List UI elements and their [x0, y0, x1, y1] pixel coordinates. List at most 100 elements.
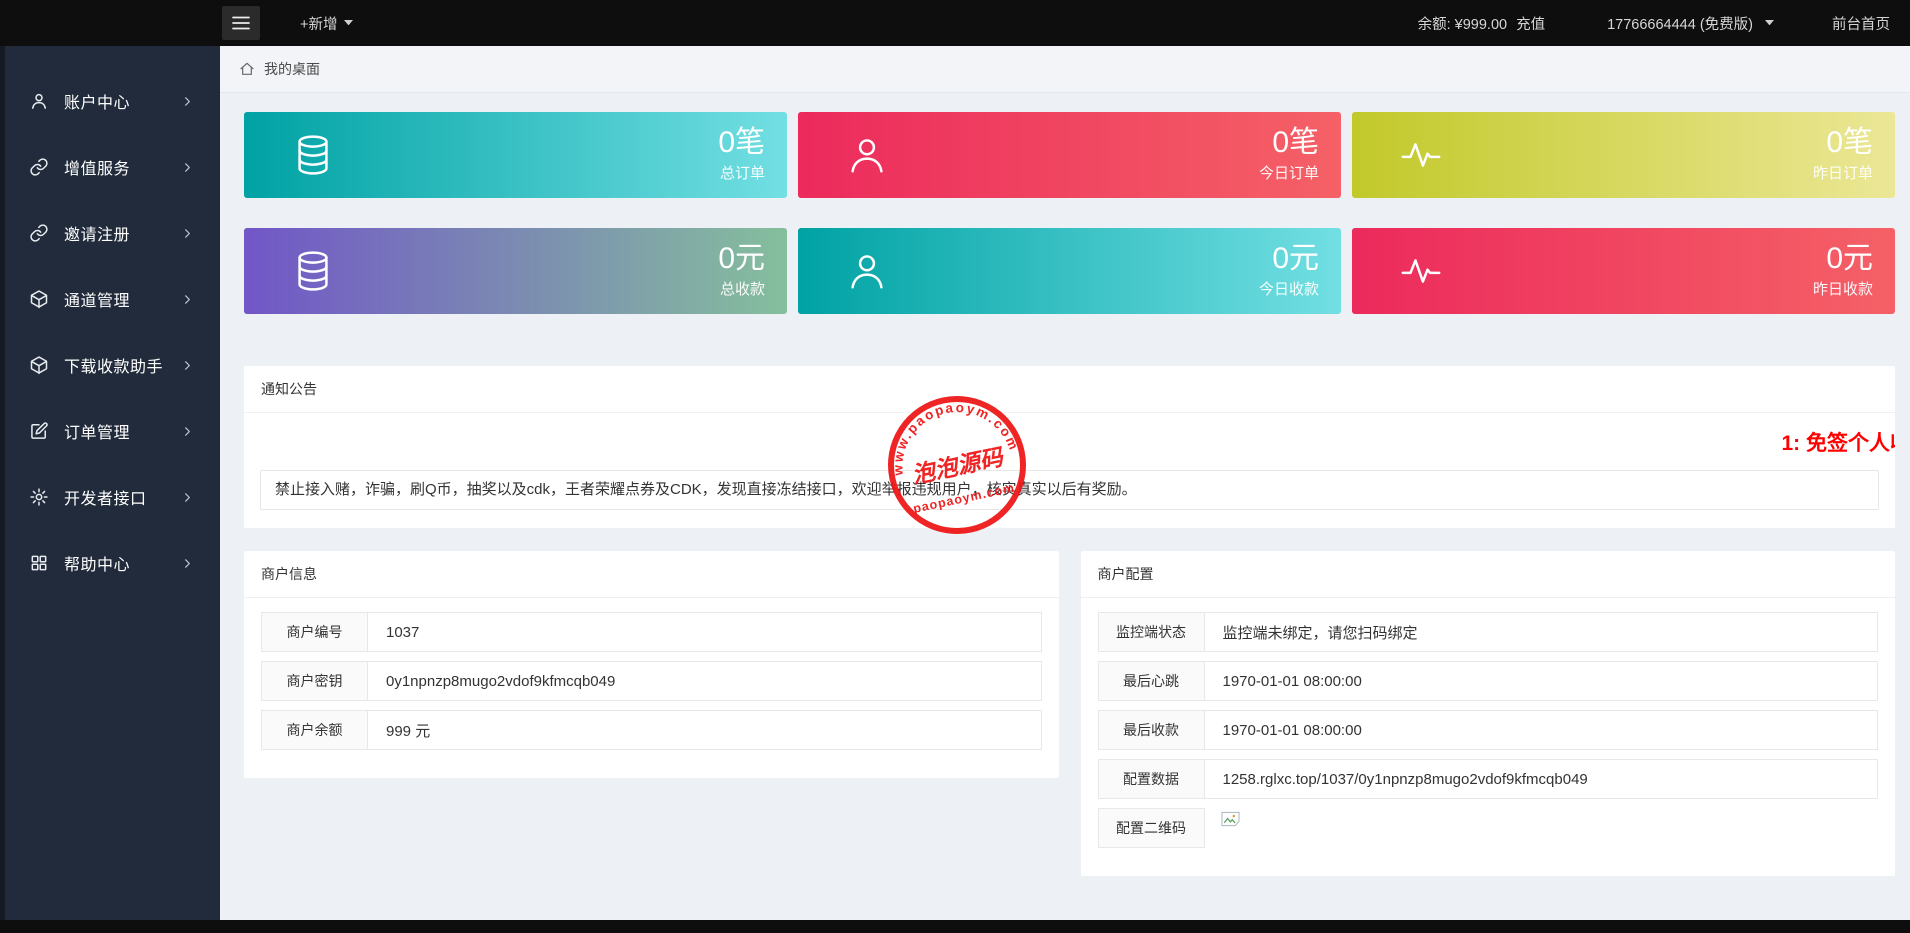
merchant-config-panel: 商户配置 监控端状态 监控端未绑定，请您扫码绑定 最后心跳 1970-01-01… — [1081, 551, 1896, 876]
notice-content: 禁止接入赌，诈骗，刷Q币，抽奖以及cdk，王者荣耀点券及CDK，发现直接冻结接口… — [260, 470, 1879, 510]
stat-cards: 0笔 总订单 0笔 今日订单 0笔 昨日订单 — [244, 112, 1895, 314]
merchant-config-title: 商户配置 — [1081, 551, 1896, 598]
row-value: 1970-01-01 08:00:00 — [1205, 710, 1879, 750]
stat-card: 0笔 今日订单 — [798, 112, 1341, 198]
watermark-stamp: www.paopaoym.com 泡泡源码 paopaoym.com — [882, 390, 1032, 540]
account-label: 17766664444 (免费版) — [1607, 13, 1753, 34]
table-row: 商户余额 999 元 — [261, 710, 1042, 750]
cube-icon — [29, 355, 49, 375]
table-row: 商户编号 1037 — [261, 612, 1042, 652]
pulse-icon — [1398, 248, 1444, 294]
home-icon — [239, 61, 255, 77]
table-row: 配置二维码 — [1098, 808, 1879, 848]
cube-icon — [29, 289, 49, 309]
chevron-right-icon — [182, 426, 193, 437]
row-label: 商户编号 — [261, 612, 368, 652]
chevron-right-icon — [182, 492, 193, 503]
sidebar-item-label: 开发者接口 — [64, 485, 182, 509]
stat-card: 0元 昨日收款 — [1352, 228, 1895, 314]
row-label: 商户余额 — [261, 710, 368, 750]
table-row: 最后心跳 1970-01-01 08:00:00 — [1098, 661, 1879, 701]
sidebar-item[interactable]: 帮助中心 — [5, 530, 220, 596]
caret-down-icon — [344, 20, 353, 26]
row-value: 1258.rglxc.top/1037/0y1npnzp8mugo2vdof9k… — [1205, 759, 1879, 799]
user-icon — [29, 91, 49, 111]
stat-card: 0元 今日收款 — [798, 228, 1341, 314]
row-value-text: 1258.rglxc.top/1037/0y1npnzp8mugo2vdof9k… — [1223, 771, 1588, 788]
sidebar-item-label: 通道管理 — [64, 287, 182, 311]
sidebar-item[interactable]: 开发者接口 — [5, 464, 220, 530]
merchant-info-title: 商户信息 — [244, 551, 1059, 598]
sidebar-item-label: 增值服务 — [64, 155, 182, 179]
sidebar-toggle-button[interactable] — [222, 6, 260, 40]
row-label: 监控端状态 — [1098, 612, 1205, 652]
stat-value: 0元 — [1813, 243, 1873, 275]
merchant-info-panel: 商户信息 商户编号 1037 商户密钥 0y1npnzp8mugo2vdof9k… — [244, 551, 1059, 778]
chevron-right-icon — [182, 558, 193, 569]
sidebar-item[interactable]: 下载收款助手 — [5, 332, 220, 398]
recharge-link[interactable]: 充值 — [1516, 13, 1545, 34]
stat-label: 总订单 — [718, 162, 765, 183]
stat-value: 0笔 — [1813, 127, 1873, 159]
stamp-center-text: 泡泡源码 — [910, 443, 1007, 488]
table-row: 商户密钥 0y1npnzp8mugo2vdof9kfmcqb049 — [261, 661, 1042, 701]
table-row: 监控端状态 监控端未绑定，请您扫码绑定 — [1098, 612, 1879, 652]
sidebar-item[interactable]: 订单管理 — [5, 398, 220, 464]
merchant-dashboard: +新增 余额: ¥999.00 充值 17766664444 (免费版) 前台首… — [0, 0, 1910, 933]
add-new-dropdown[interactable]: +新增 — [300, 13, 353, 34]
stat-text: 0元 今日收款 — [1259, 243, 1319, 300]
sidebar-item[interactable]: 邀请注册 — [5, 200, 220, 266]
merchant-config-table: 监控端状态 监控端未绑定，请您扫码绑定 最后心跳 1970-01-01 08:0… — [1081, 598, 1896, 876]
gear-icon — [29, 487, 49, 507]
row-value-text: 监控端未绑定，请您扫码绑定 — [1223, 622, 1418, 643]
grid-icon — [29, 553, 49, 573]
front-home-link[interactable]: 前台首页 — [1832, 13, 1890, 34]
sidebar-item-label: 帮助中心 — [64, 551, 182, 575]
account-dropdown[interactable]: 17766664444 (免费版) — [1607, 13, 1774, 34]
stat-label: 总收款 — [718, 278, 765, 299]
breadcrumb-label: 我的桌面 — [264, 59, 320, 79]
row-value-text: 1037 — [386, 624, 419, 641]
chevron-right-icon — [182, 96, 193, 107]
stat-text: 0笔 今日订单 — [1259, 127, 1319, 184]
row-value: 0y1npnzp8mugo2vdof9kfmcqb049 — [368, 661, 1042, 701]
row-label: 商户密钥 — [261, 661, 368, 701]
add-new-label: +新增 — [300, 13, 337, 34]
hamburger-icon — [232, 16, 250, 30]
stat-text: 0元 昨日收款 — [1813, 243, 1873, 300]
stat-text: 0元 总收款 — [718, 243, 765, 300]
row-value: 1037 — [368, 612, 1042, 652]
row-value-text: 1970-01-01 08:00:00 — [1223, 673, 1362, 690]
link-icon — [29, 157, 49, 177]
row-label: 配置数据 — [1098, 759, 1205, 799]
chevron-right-icon — [182, 162, 193, 173]
edit-icon — [29, 421, 49, 441]
breadcrumb[interactable]: 我的桌面 — [220, 46, 1910, 93]
row-value-text: 1970-01-01 08:00:00 — [1223, 722, 1362, 739]
table-row: 最后收款 1970-01-01 08:00:00 — [1098, 710, 1879, 750]
stat-value: 0元 — [1259, 243, 1319, 275]
row-label: 最后收款 — [1098, 710, 1205, 750]
sidebar-item[interactable]: 账户中心 — [5, 68, 220, 134]
stat-card: 0元 总收款 — [244, 228, 787, 314]
sidebar-item[interactable]: 通道管理 — [5, 266, 220, 332]
row-label: 配置二维码 — [1098, 808, 1205, 848]
link-icon — [29, 223, 49, 243]
stat-value: 0笔 — [718, 127, 765, 159]
sidebar-item-label: 订单管理 — [64, 419, 182, 443]
row-value: 999 元 — [368, 710, 1042, 750]
stat-card: 0笔 总订单 — [244, 112, 787, 198]
main-content: 我的桌面 0笔 总订单 0笔 今日订单 — [220, 46, 1910, 920]
sidebar-item[interactable]: 增值服务 — [5, 134, 220, 200]
notice-panel: 通知公告 1: 免签个人收 禁止接入赌，诈骗，刷Q币，抽奖以及cdk，王者荣耀点… — [244, 366, 1895, 528]
topbar: +新增 余额: ¥999.00 充值 17766664444 (免费版) 前台首… — [0, 0, 1910, 46]
row-label: 最后心跳 — [1098, 661, 1205, 701]
user-icon — [844, 132, 890, 178]
chevron-right-icon — [182, 360, 193, 371]
pulse-icon — [1398, 132, 1444, 178]
stat-label: 昨日收款 — [1813, 278, 1873, 299]
balance-group: 余额: ¥999.00 充值 — [1418, 13, 1545, 34]
database-icon — [290, 132, 336, 178]
notice-marquee: 1: 免签个人收 — [244, 427, 1895, 455]
table-row: 配置数据 1258.rglxc.top/1037/0y1npnzp8mugo2v… — [1098, 759, 1879, 799]
